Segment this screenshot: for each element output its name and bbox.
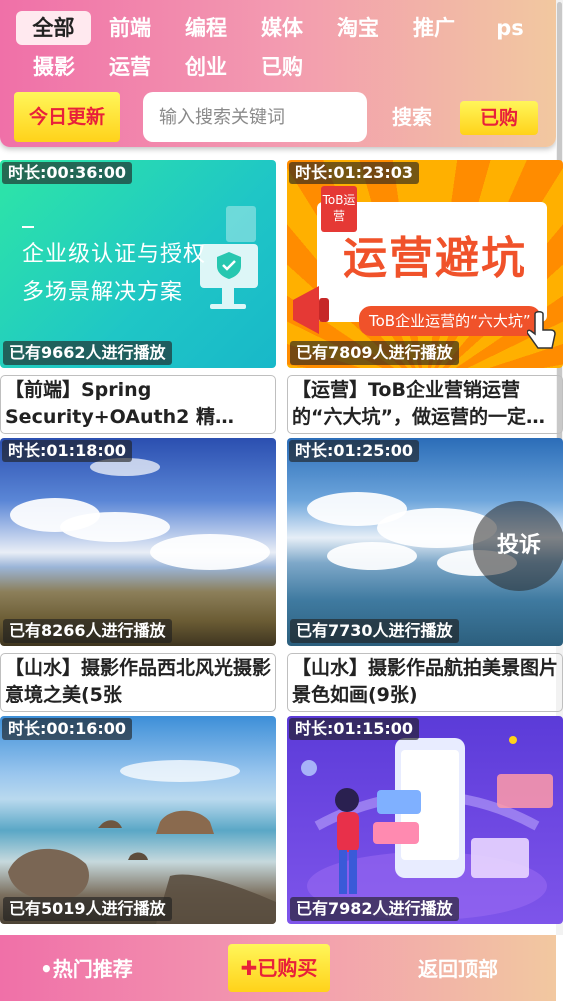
monitor-shield-icon bbox=[200, 206, 258, 309]
report-button[interactable]: 投诉 bbox=[473, 501, 563, 591]
cloud-shape bbox=[60, 512, 170, 542]
video-title[interactable]: 【山水】摄影作品西北风光摄影 意境之美(5张 bbox=[0, 653, 276, 712]
cloud-shape bbox=[150, 534, 270, 570]
hot-recommend-button[interactable]: •热门推荐 bbox=[40, 953, 133, 982]
category-tab-programming[interactable]: 编程 bbox=[172, 11, 240, 45]
category-tab-frontend[interactable]: 前端 bbox=[96, 11, 164, 45]
header-bar: 全部 前端 编程 媒体 淘宝 推广 ps 摄影 运营 创业 已购 今日更新 搜索… bbox=[0, 0, 556, 147]
play-count-badge: 已有8266人进行播放 bbox=[3, 619, 172, 643]
category-tab-taobao[interactable]: 淘宝 bbox=[324, 11, 392, 45]
art-dash bbox=[22, 226, 34, 228]
category-tab-startup[interactable]: 创业 bbox=[172, 50, 240, 84]
video-thumbnail[interactable]: 时长:01:15:00 已有7982人进行播放 bbox=[287, 716, 563, 924]
thumbnail-subline: ToB企业运营的“六大坑” bbox=[359, 306, 541, 336]
phone-illustration bbox=[301, 736, 553, 920]
thumbnail-caption: 多场景解决方案 bbox=[22, 280, 184, 305]
play-count-badge: 已有7809人进行播放 bbox=[290, 341, 459, 365]
purchased-footer-button[interactable]: ✚已购买 bbox=[228, 944, 330, 992]
footer-bar: •热门推荐 ✚已购买 返回顶部 bbox=[0, 935, 556, 1001]
video-card[interactable]: 时长:01:18:00 已有8266人进行播放 【山水】摄影作品西北风光摄影 意… bbox=[0, 438, 276, 712]
thumbnail-caption: 企业级认证与授权 bbox=[22, 242, 207, 267]
back-to-top-button[interactable]: 返回顶部 bbox=[418, 953, 498, 982]
today-update-button[interactable]: 今日更新 bbox=[14, 92, 120, 142]
purchased-button[interactable]: 已购 bbox=[460, 101, 538, 135]
video-title[interactable]: 【山水】摄影作品航拍美景图片 景色如画(9张) bbox=[287, 653, 563, 712]
thumbnail-headline: 运营避坑 bbox=[343, 233, 527, 284]
category-tab-photography[interactable]: 摄影 bbox=[20, 50, 88, 84]
cloud-shape bbox=[120, 760, 240, 782]
play-count-badge: 已有7730人进行播放 bbox=[290, 619, 459, 643]
video-card[interactable]: 时长:00:16:00 已有5019人进行播放 bbox=[0, 716, 276, 924]
cloud-shape bbox=[327, 542, 417, 570]
category-tab-media[interactable]: 媒体 bbox=[248, 11, 316, 45]
play-count-badge: 已有7982人进行播放 bbox=[290, 897, 459, 921]
duration-badge: 时长:01:23:03 bbox=[289, 162, 419, 184]
video-card[interactable]: 时长:01:15:00 已有7982人进行播放 bbox=[287, 716, 563, 924]
search-input[interactable] bbox=[143, 92, 367, 142]
play-count-badge: 已有5019人进行播放 bbox=[3, 897, 172, 921]
video-thumbnail[interactable]: ToB运营 运营避坑 ToB企业运营的“六大坑” 时长:01:23:03 已有7… bbox=[287, 160, 563, 368]
category-tab-ps[interactable]: ps bbox=[476, 11, 544, 45]
category-tab-operations[interactable]: 运营 bbox=[96, 50, 164, 84]
duration-badge: 时长:01:15:00 bbox=[289, 718, 419, 740]
search-button[interactable]: 搜索 bbox=[384, 92, 440, 142]
video-thumbnail[interactable]: 企业级认证与授权 多场景解决方案 时长:00:36:00 已有9662人进行播放 bbox=[0, 160, 276, 368]
category-tab-promotion[interactable]: 推广 bbox=[400, 11, 468, 45]
megaphone-icon bbox=[293, 286, 329, 334]
category-tab-all[interactable]: 全部 bbox=[16, 11, 91, 45]
hand-cursor-icon bbox=[527, 311, 556, 349]
duration-badge: 时长:00:36:00 bbox=[2, 162, 132, 184]
video-card[interactable]: ToB运营 运营避坑 ToB企业运营的“六大坑” 时长:01:23:03 已有7… bbox=[287, 160, 563, 434]
play-count-badge: 已有9662人进行播放 bbox=[3, 341, 172, 365]
duration-badge: 时长:00:16:00 bbox=[2, 718, 132, 740]
video-card[interactable]: 企业级认证与授权 多场景解决方案 时长:00:36:00 已有9662人进行播放… bbox=[0, 160, 276, 434]
video-thumbnail[interactable]: 时长:01:18:00 已有8266人进行播放 bbox=[0, 438, 276, 646]
video-thumbnail[interactable]: 时长:00:16:00 已有5019人进行播放 bbox=[0, 716, 276, 924]
video-title[interactable]: 【运营】ToB企业营销运营的“六大坑”，做运营的一定… bbox=[287, 375, 563, 434]
duration-badge: 时长:01:25:00 bbox=[289, 440, 419, 462]
duration-badge: 时长:01:18:00 bbox=[2, 440, 132, 462]
category-tab-purchased[interactable]: 已购 bbox=[248, 50, 316, 84]
video-title[interactable]: 【前端】Spring Security+OAuth2 精讲，… bbox=[0, 375, 276, 434]
